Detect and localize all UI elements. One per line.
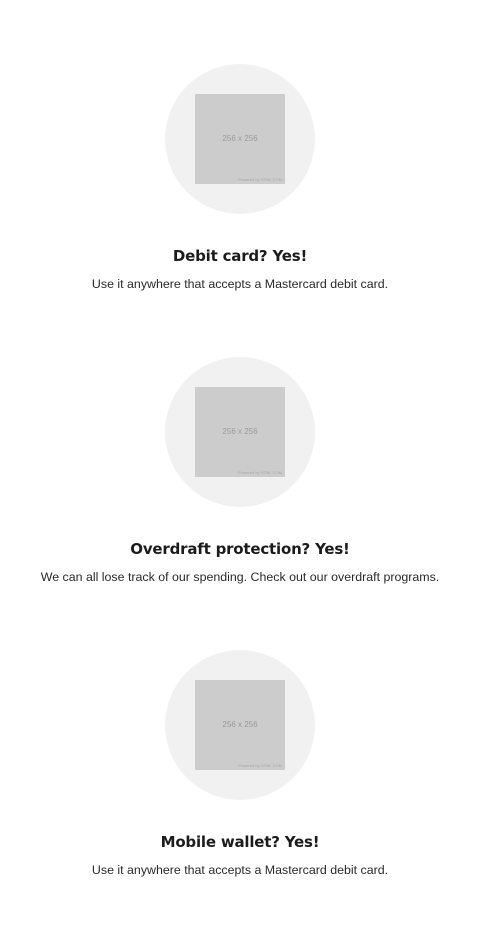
placeholder-credit-label: Powered by HTML.COM [238, 763, 282, 768]
placeholder-size-label: 256 x 256 [222, 720, 258, 729]
placeholder-size-label: 256 x 256 [222, 134, 258, 143]
image-placeholder-icon: 256 x 256 Powered by HTML.COM [195, 680, 285, 770]
feature-description: We can all lose track of our spending. C… [40, 570, 440, 584]
feature-image-circle: 256 x 256 Powered by HTML.COM [165, 650, 315, 800]
placeholder-credit-label: Powered by HTML.COM [238, 177, 282, 182]
feature-image-circle: 256 x 256 Powered by HTML.COM [165, 357, 315, 507]
image-placeholder-icon: 256 x 256 Powered by HTML.COM [195, 387, 285, 477]
feature-image-circle: 256 x 256 Powered by HTML.COM [165, 64, 315, 214]
image-placeholder-icon: 256 x 256 Powered by HTML.COM [195, 94, 285, 184]
feature-title: Overdraft protection? Yes! [130, 540, 350, 558]
feature-description: Use it anywhere that accepts a Mastercar… [91, 863, 389, 877]
feature-title: Mobile wallet? Yes! [160, 833, 320, 851]
placeholder-credit-label: Powered by HTML.COM [238, 470, 282, 475]
feature-title: Debit card? Yes! [172, 247, 308, 265]
feature-description: Use it anywhere that accepts a Mastercar… [91, 277, 389, 291]
placeholder-size-label: 256 x 256 [222, 427, 258, 436]
